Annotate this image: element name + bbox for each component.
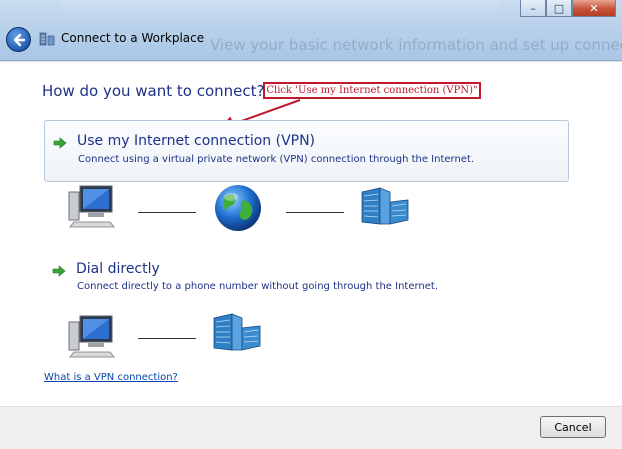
option-vpn-title: Use my Internet connection (VPN) [77, 133, 316, 149]
cancel-button[interactable]: Cancel [540, 416, 606, 438]
computer-icon [68, 185, 115, 228]
option-dial[interactable]: Dial directly Connect directly to a phon… [44, 258, 569, 298]
office-building-icon [213, 313, 261, 351]
network-connection-icon [39, 32, 55, 46]
option-dial-description: Connect directly to a phone number witho… [77, 281, 439, 292]
annotation-callout: Click 'Use my Internet connection (VPN)" [263, 82, 481, 99]
minimize-button[interactable]: – [520, 0, 546, 17]
connector-line [138, 212, 196, 213]
globe-icon [215, 185, 261, 231]
option-vpn-description: Connect using a virtual private network … [78, 154, 475, 165]
back-button[interactable] [6, 27, 31, 52]
option-vpn[interactable]: Use my Internet connection (VPN) Connect… [44, 120, 569, 182]
computer-icon [68, 315, 115, 358]
connector-line [138, 338, 196, 339]
window-title: Connect to a Workplace [61, 31, 205, 45]
page-heading: How do you want to connect? [42, 82, 265, 100]
green-arrow-icon [52, 265, 66, 277]
back-arrow-icon [13, 33, 25, 46]
vpn-help-link[interactable]: What is a VPN connection? [44, 372, 178, 383]
option-dial-title: Dial directly [76, 261, 160, 277]
background-window-text: View your basic network information and … [210, 36, 622, 54]
close-button[interactable]: ✕ [572, 0, 616, 17]
window-titlebar: View your basic network information and … [0, 0, 622, 61]
window-controls: – □ ✕ [520, 0, 616, 17]
maximize-button[interactable]: □ [546, 0, 572, 17]
office-building-icon [361, 187, 409, 225]
wizard-content: How do you want to connect? Click 'Use m… [0, 61, 622, 407]
green-arrow-icon [53, 137, 67, 149]
connector-line [286, 212, 344, 213]
background-window-addressbar [60, 0, 500, 14]
wizard-footer: Cancel [0, 406, 622, 449]
